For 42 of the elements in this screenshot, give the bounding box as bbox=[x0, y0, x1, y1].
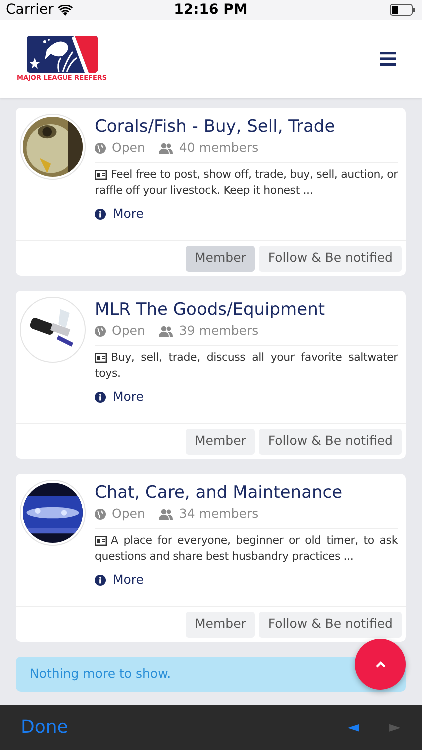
group-title[interactable]: Corals/Fish - Buy, Sell, Trade bbox=[95, 115, 398, 139]
privacy-label: Open bbox=[112, 322, 146, 340]
info-icon bbox=[95, 392, 106, 403]
info-icon bbox=[95, 208, 106, 220]
wifi-icon bbox=[58, 4, 73, 16]
people-icon bbox=[159, 142, 174, 154]
more-link[interactable]: More bbox=[95, 204, 144, 224]
member-button[interactable]: Member bbox=[186, 428, 256, 454]
member-count: 39 members bbox=[179, 322, 259, 340]
globe-icon bbox=[95, 142, 106, 154]
card-icon bbox=[95, 536, 107, 546]
member-count: 40 members bbox=[179, 139, 259, 157]
more-link[interactable]: More bbox=[95, 388, 144, 406]
follow-button[interactable]: Follow & Be notified bbox=[259, 246, 402, 272]
group-title[interactable]: Chat, Care, and Maintenance bbox=[95, 481, 398, 505]
logo-fish-icon bbox=[26, 36, 98, 73]
battery-icon bbox=[390, 4, 416, 16]
globe-icon bbox=[95, 326, 106, 337]
people-icon bbox=[159, 326, 174, 337]
group-description: Buy, sell, trade, discuss all your favorite saltwater toys. bbox=[95, 350, 398, 382]
group-description: Feel free to post, show off, trade, buy, sell, auction, or raffle off your livestock. Keep it honest ... bbox=[95, 166, 398, 199]
member-button[interactable]: Member bbox=[186, 246, 256, 272]
follow-button[interactable]: Follow & Be notified bbox=[259, 612, 402, 638]
card-icon bbox=[95, 352, 107, 363]
follow-button[interactable]: Follow & Be notified bbox=[259, 428, 402, 454]
done-button[interactable]: Done bbox=[21, 714, 68, 741]
info-icon bbox=[95, 574, 106, 586]
back-button[interactable]: ◄ bbox=[348, 716, 360, 739]
chevron-up-icon bbox=[376, 661, 386, 668]
group-description: A place for everyone, beginner or old timer, to ask questions and share best husbandry practices ... bbox=[95, 532, 398, 565]
more-link[interactable]: More bbox=[95, 570, 144, 590]
status-time: 12:16 PM bbox=[174, 0, 248, 20]
privacy-label: Open bbox=[112, 505, 146, 523]
people-icon bbox=[159, 508, 174, 520]
group-title[interactable]: MLR The Goods/Equipment bbox=[95, 298, 398, 322]
menu-icon[interactable] bbox=[380, 52, 396, 66]
globe-icon bbox=[95, 508, 106, 520]
member-count: 34 members bbox=[179, 505, 259, 523]
privacy-label: Open bbox=[112, 139, 146, 157]
member-button[interactable]: Member bbox=[186, 612, 256, 638]
carrier-label: Carrier bbox=[6, 0, 54, 20]
card-icon bbox=[95, 170, 107, 180]
